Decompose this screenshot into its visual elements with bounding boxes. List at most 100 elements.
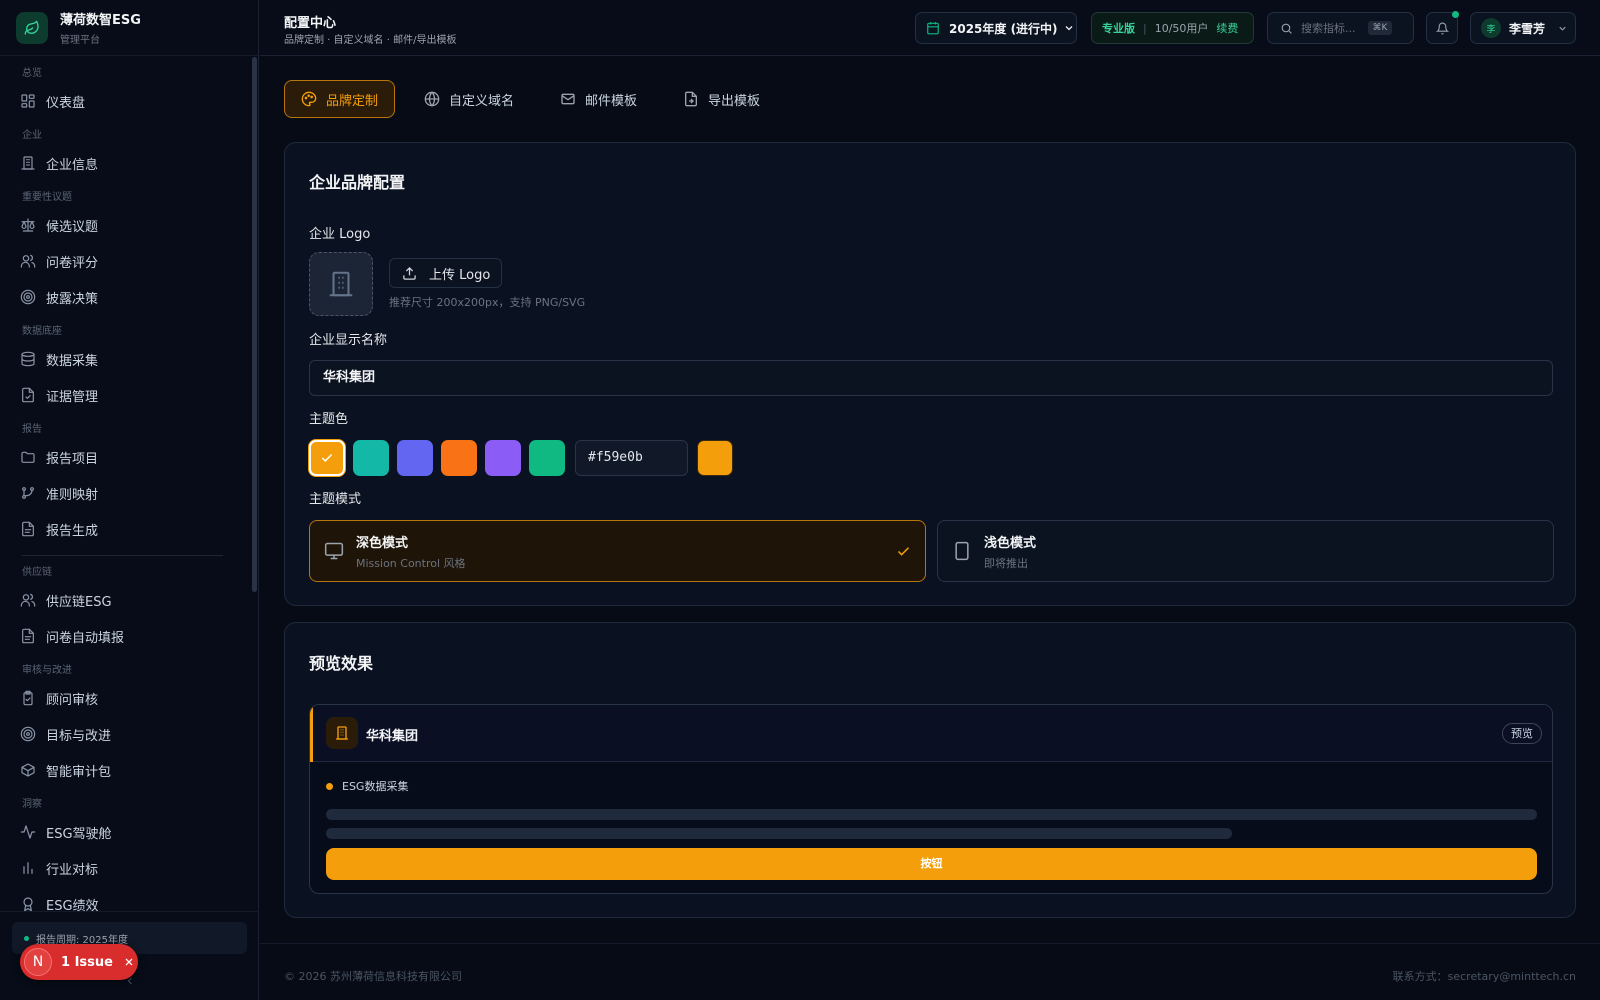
sidebar-item[interactable]: 企业信息 [0, 145, 251, 181]
sidebar-item[interactable]: 数据采集 [0, 341, 251, 377]
sidebar-item[interactable]: ESG驾驶舱 [0, 814, 251, 850]
file-text-icon [20, 521, 36, 537]
plan-tier: 专业版 [1102, 22, 1135, 35]
sidebar-item[interactable]: 仪表盘 [0, 83, 251, 119]
brand-config-card: 企业品牌配置 企业 Logo 上传 Logo 推荐尺寸 200x200px，支持… [284, 142, 1576, 606]
file-check-icon [20, 387, 36, 403]
preview-logo [326, 717, 358, 749]
issue-label: 1 Issue [61, 954, 113, 970]
check-icon [320, 451, 334, 465]
skeleton-bar [326, 809, 1537, 820]
clipboard-check-icon [20, 690, 36, 706]
git-branch-icon [20, 485, 36, 501]
bullet-dot [326, 782, 333, 790]
config-tabs: 品牌定制 自定义域名 邮件模板 导出模板 [284, 80, 789, 118]
user-menu[interactable]: 李 李雪芳 [1470, 12, 1576, 44]
mode-desc: 即将推出 [984, 556, 1028, 570]
activity-icon [20, 824, 36, 840]
sidebar-item[interactable]: 准则映射 [0, 475, 251, 511]
logo-placeholder[interactable] [309, 252, 373, 316]
color-swatch[interactable] [529, 440, 565, 476]
search-shortcut: ⌘K [1367, 21, 1393, 35]
users-icon [20, 592, 36, 608]
color-swatch[interactable] [309, 440, 345, 476]
sidebar-item[interactable]: 问卷自动填报 [0, 618, 251, 654]
close-icon[interactable] [123, 956, 135, 968]
issue-indicator[interactable]: N 1 Issue [20, 944, 138, 980]
tab-label: 邮件模板 [585, 93, 638, 109]
sidebar-nav: 总览 仪表盘 企业 企业信息 重要性议题 候选议题 问卷评分 披露决策 数据底座 数据采集 证据管理… [0, 57, 251, 911]
tab-label: 导出模板 [708, 93, 761, 109]
tab-domain[interactable]: 自定义域名 [407, 80, 531, 118]
sidebar-item-label: 智能审计包 [46, 764, 112, 780]
sidebar-item[interactable]: 供应链ESG [0, 582, 251, 618]
sidebar-item[interactable]: 披露决策 [0, 279, 251, 315]
dark-mode-option[interactable]: 深色模式 Mission Control 风格 [309, 520, 926, 582]
preview-button[interactable]: 按钮 [326, 848, 1537, 880]
company-name-input[interactable]: 华科集团 [309, 360, 1553, 396]
year-selector[interactable]: 2025年度 (进行中) [915, 12, 1077, 44]
brand-preview: 华科集团 预览 ESG数据采集 按钮 [309, 704, 1553, 894]
sidebar-item[interactable]: 顾问审核 [0, 680, 251, 716]
color-swatch[interactable] [397, 440, 433, 476]
contact-info[interactable]: 联系方式：secretary@minttech.cn [1393, 968, 1576, 984]
renew-link[interactable]: 续费 [1216, 20, 1238, 36]
nav-group-label: 洞察 [22, 799, 42, 810]
sidebar-item-label: 问卷评分 [46, 255, 99, 271]
sidebar-item[interactable]: ESG绩效 [0, 886, 251, 911]
page-subtitle: 品牌定制 · 自定义域名 · 邮件/导出模板 [284, 35, 457, 46]
palette-icon [301, 91, 317, 107]
divider [0, 911, 259, 912]
page-title: 配置中心 [284, 16, 337, 31]
accent-bar [310, 705, 313, 762]
color-swatch[interactable] [441, 440, 477, 476]
sidebar-item[interactable]: 候选议题 [0, 207, 251, 243]
sidebar-item[interactable]: 智能审计包 [0, 752, 251, 788]
sidebar-item-label: 企业信息 [46, 157, 99, 173]
file-export-icon [683, 91, 699, 107]
plan-users: 10/50用户 [1154, 22, 1209, 35]
search-input[interactable]: 搜索指标... ⌘K [1267, 12, 1414, 44]
sidebar-item-label: ESG驾驶舱 [46, 826, 112, 842]
hex-color-input[interactable]: #f59e0b [575, 440, 688, 476]
sidebar-scrollbar[interactable] [252, 57, 257, 592]
card-title: 预览效果 [309, 654, 374, 673]
globe-icon [424, 91, 440, 107]
search-placeholder: 搜索指标... [1301, 22, 1356, 35]
copyright: © 2026 苏州薄荷信息科技有限公司 [284, 970, 462, 983]
theme-color-picker: #f59e0b [309, 440, 733, 476]
user-name: 李雪芳 [1509, 21, 1546, 36]
dashboard-icon [20, 93, 36, 109]
building-icon [334, 725, 350, 741]
sidebar: 薄荷数智ESG 管理平台 总览 仪表盘 企业 企业信息 重要性议题 候选议题 问卷评分 披露决… [0, 0, 259, 1000]
color-swatch[interactable] [353, 440, 389, 476]
tab-export[interactable]: 导出模板 [666, 80, 777, 118]
nav-group-label: 重要性议题 [22, 192, 72, 203]
brand-name: 薄荷数智ESG [60, 13, 141, 28]
mail-icon [560, 91, 576, 107]
brand[interactable]: 薄荷数智ESG 管理平台 [0, 0, 258, 56]
preview-header: 华科集团 预览 [310, 705, 1552, 762]
sidebar-item[interactable]: 目标与改进 [0, 716, 251, 752]
light-mode-option[interactable]: 浅色模式 即将推出 [937, 520, 1554, 582]
sidebar-item[interactable]: 问卷评分 [0, 243, 251, 279]
sidebar-item[interactable]: 报告生成 [0, 511, 251, 547]
sidebar-item[interactable]: 证据管理 [0, 377, 251, 413]
tab-label: 品牌定制 [326, 93, 379, 109]
tab-brand[interactable]: 品牌定制 [284, 80, 396, 118]
notifications-button[interactable] [1426, 11, 1459, 44]
sidebar-item[interactable]: 报告项目 [0, 439, 251, 475]
color-swatch[interactable] [485, 440, 521, 476]
preview-item-label: ESG数据采集 [342, 780, 409, 793]
nav-group-label: 数据底座 [22, 326, 62, 337]
sidebar-item-label: 数据采集 [46, 353, 99, 369]
upload-hint: 推荐尺寸 200x200px，支持 PNG/SVG [389, 296, 586, 309]
avatar: 李 [1481, 18, 1501, 38]
tab-email[interactable]: 邮件模板 [543, 80, 654, 118]
sidebar-item-label: 准则映射 [46, 487, 99, 503]
preview-badge: 预览 [1502, 723, 1542, 744]
upload-logo-button[interactable]: 上传 Logo [389, 258, 502, 288]
target-icon [20, 726, 36, 742]
sidebar-item[interactable]: 行业对标 [0, 850, 251, 886]
chevron-down-icon [1557, 23, 1568, 34]
